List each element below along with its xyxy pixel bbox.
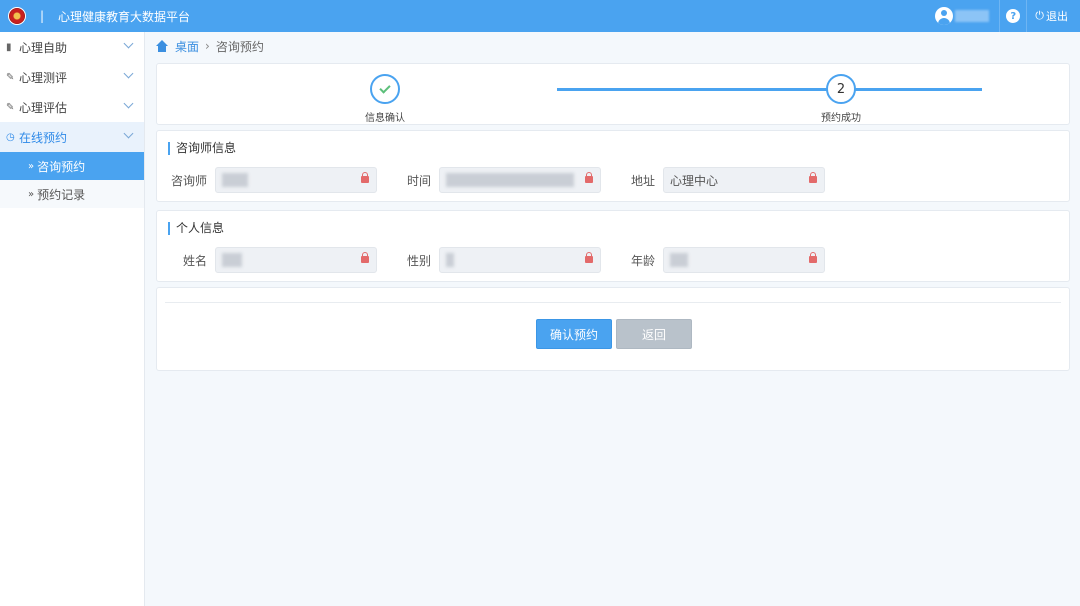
field-label: 性别	[406, 253, 431, 268]
gender-input	[439, 247, 601, 273]
name-input	[215, 247, 377, 273]
lock-icon	[585, 172, 593, 183]
gender-field: 性别	[395, 247, 601, 273]
field-label: 地址	[630, 173, 655, 188]
double-chevron-right-icon: »	[28, 160, 35, 172]
sidebar-item-assessment-test[interactable]: ✎ 心理测评	[0, 62, 144, 92]
step-progress-line	[557, 88, 982, 91]
step-2-label: 预约成功	[821, 113, 861, 124]
clock-icon: ◷	[6, 131, 15, 143]
field-label: 年龄	[630, 253, 655, 268]
time-input	[439, 167, 601, 193]
top-bar: | 心理健康教育大数据平台 ? ⏻ 退出	[0, 0, 1080, 32]
sidebar-subitem-consult-booking[interactable]: » 咨询预约	[0, 152, 144, 180]
book-icon: ▮	[6, 41, 12, 53]
username[interactable]	[955, 10, 990, 22]
name-field: 姓名	[165, 247, 377, 273]
sidebar-subitem-booking-records[interactable]: » 预约记录	[0, 180, 144, 208]
section-title: 个人信息	[168, 222, 224, 235]
address-input: 心理中心	[663, 167, 825, 193]
address-value: 心理中心	[670, 173, 719, 188]
power-icon: ⏻	[1035, 9, 1044, 22]
counselor-field: 咨询师	[165, 167, 377, 193]
avatar-icon[interactable]	[935, 7, 954, 25]
logout-button[interactable]: ⏻ 退出	[1027, 8, 1080, 24]
sidebar-item-evaluation[interactable]: ✎ 心理评估	[0, 92, 144, 122]
chevron-right-icon: ›	[205, 39, 210, 53]
sidebar: ▮ 心理自助 ✎ 心理测评 ✎ 心理评估 ◷ 在线预约 » 咨询预约 » 预约记…	[0, 32, 145, 606]
breadcrumb: 桌面 › 咨询预约	[155, 38, 264, 54]
field-label: 姓名	[182, 253, 207, 268]
redacted-value	[446, 253, 454, 267]
lock-icon	[809, 252, 817, 263]
sidebar-submenu: » 咨询预约 » 预约记录	[0, 152, 144, 208]
edit-icon: ✎	[6, 101, 15, 113]
chevron-down-icon	[123, 38, 134, 49]
section-title: 咨询师信息	[168, 142, 236, 155]
sidebar-item-label: 心理自助	[19, 40, 68, 55]
field-label: 时间	[406, 173, 431, 188]
step-1-indicator	[370, 74, 400, 104]
title-separator: |	[40, 9, 45, 23]
redacted-value	[222, 173, 248, 187]
double-chevron-right-icon: »	[28, 188, 35, 200]
address-field: 地址 心理中心	[619, 167, 825, 193]
actions-panel: 确认预约 返回	[156, 287, 1070, 371]
redacted-value	[222, 253, 242, 267]
step-2-indicator: 2	[826, 74, 856, 104]
chevron-down-icon	[123, 128, 134, 139]
logo-icon	[8, 7, 26, 25]
sidebar-item-label: 心理评估	[19, 100, 68, 115]
logout-label: 退出	[1046, 10, 1068, 23]
age-input	[663, 247, 825, 273]
divider	[999, 0, 1001, 32]
time-field: 时间	[395, 167, 601, 193]
field-label: 咨询师	[170, 173, 207, 188]
counselor-info-panel: 咨询师信息 咨询师 时间 地址 心理中心	[156, 130, 1070, 202]
edit-icon: ✎	[6, 71, 15, 83]
breadcrumb-home-link[interactable]: 桌面	[175, 38, 199, 55]
sidebar-item-online-booking[interactable]: ◷ 在线预约	[0, 122, 144, 152]
sidebar-subitem-label: 预约记录	[37, 187, 86, 202]
lock-icon	[585, 252, 593, 263]
breadcrumb-current: 咨询预约	[215, 39, 264, 54]
step-1-label: 信息确认	[365, 113, 405, 124]
help-icon[interactable]: ?	[1006, 9, 1021, 23]
sidebar-item-label: 心理测评	[19, 70, 68, 85]
chevron-down-icon	[123, 98, 134, 109]
check-icon	[379, 81, 391, 94]
sidebar-subitem-label: 咨询预约	[37, 159, 86, 174]
lock-icon	[361, 172, 369, 183]
home-icon[interactable]	[155, 40, 169, 52]
app-title: 心理健康教育大数据平台	[58, 9, 191, 24]
back-button[interactable]: 返回	[616, 319, 692, 349]
steps-panel: 2 信息确认 预约成功	[156, 63, 1070, 125]
lock-icon	[361, 252, 369, 263]
personal-info-panel: 个人信息 姓名 性别 年龄	[156, 210, 1070, 282]
sidebar-item-label: 在线预约	[19, 130, 68, 145]
divider	[165, 302, 1061, 303]
lock-icon	[809, 172, 817, 183]
age-field: 年龄	[619, 247, 825, 273]
redacted-value	[670, 253, 688, 267]
redacted-value	[446, 173, 574, 187]
sidebar-item-self-help[interactable]: ▮ 心理自助	[0, 32, 144, 62]
confirm-booking-button[interactable]: 确认预约	[536, 319, 612, 349]
counselor-name-input	[215, 167, 377, 193]
chevron-down-icon	[123, 68, 134, 79]
